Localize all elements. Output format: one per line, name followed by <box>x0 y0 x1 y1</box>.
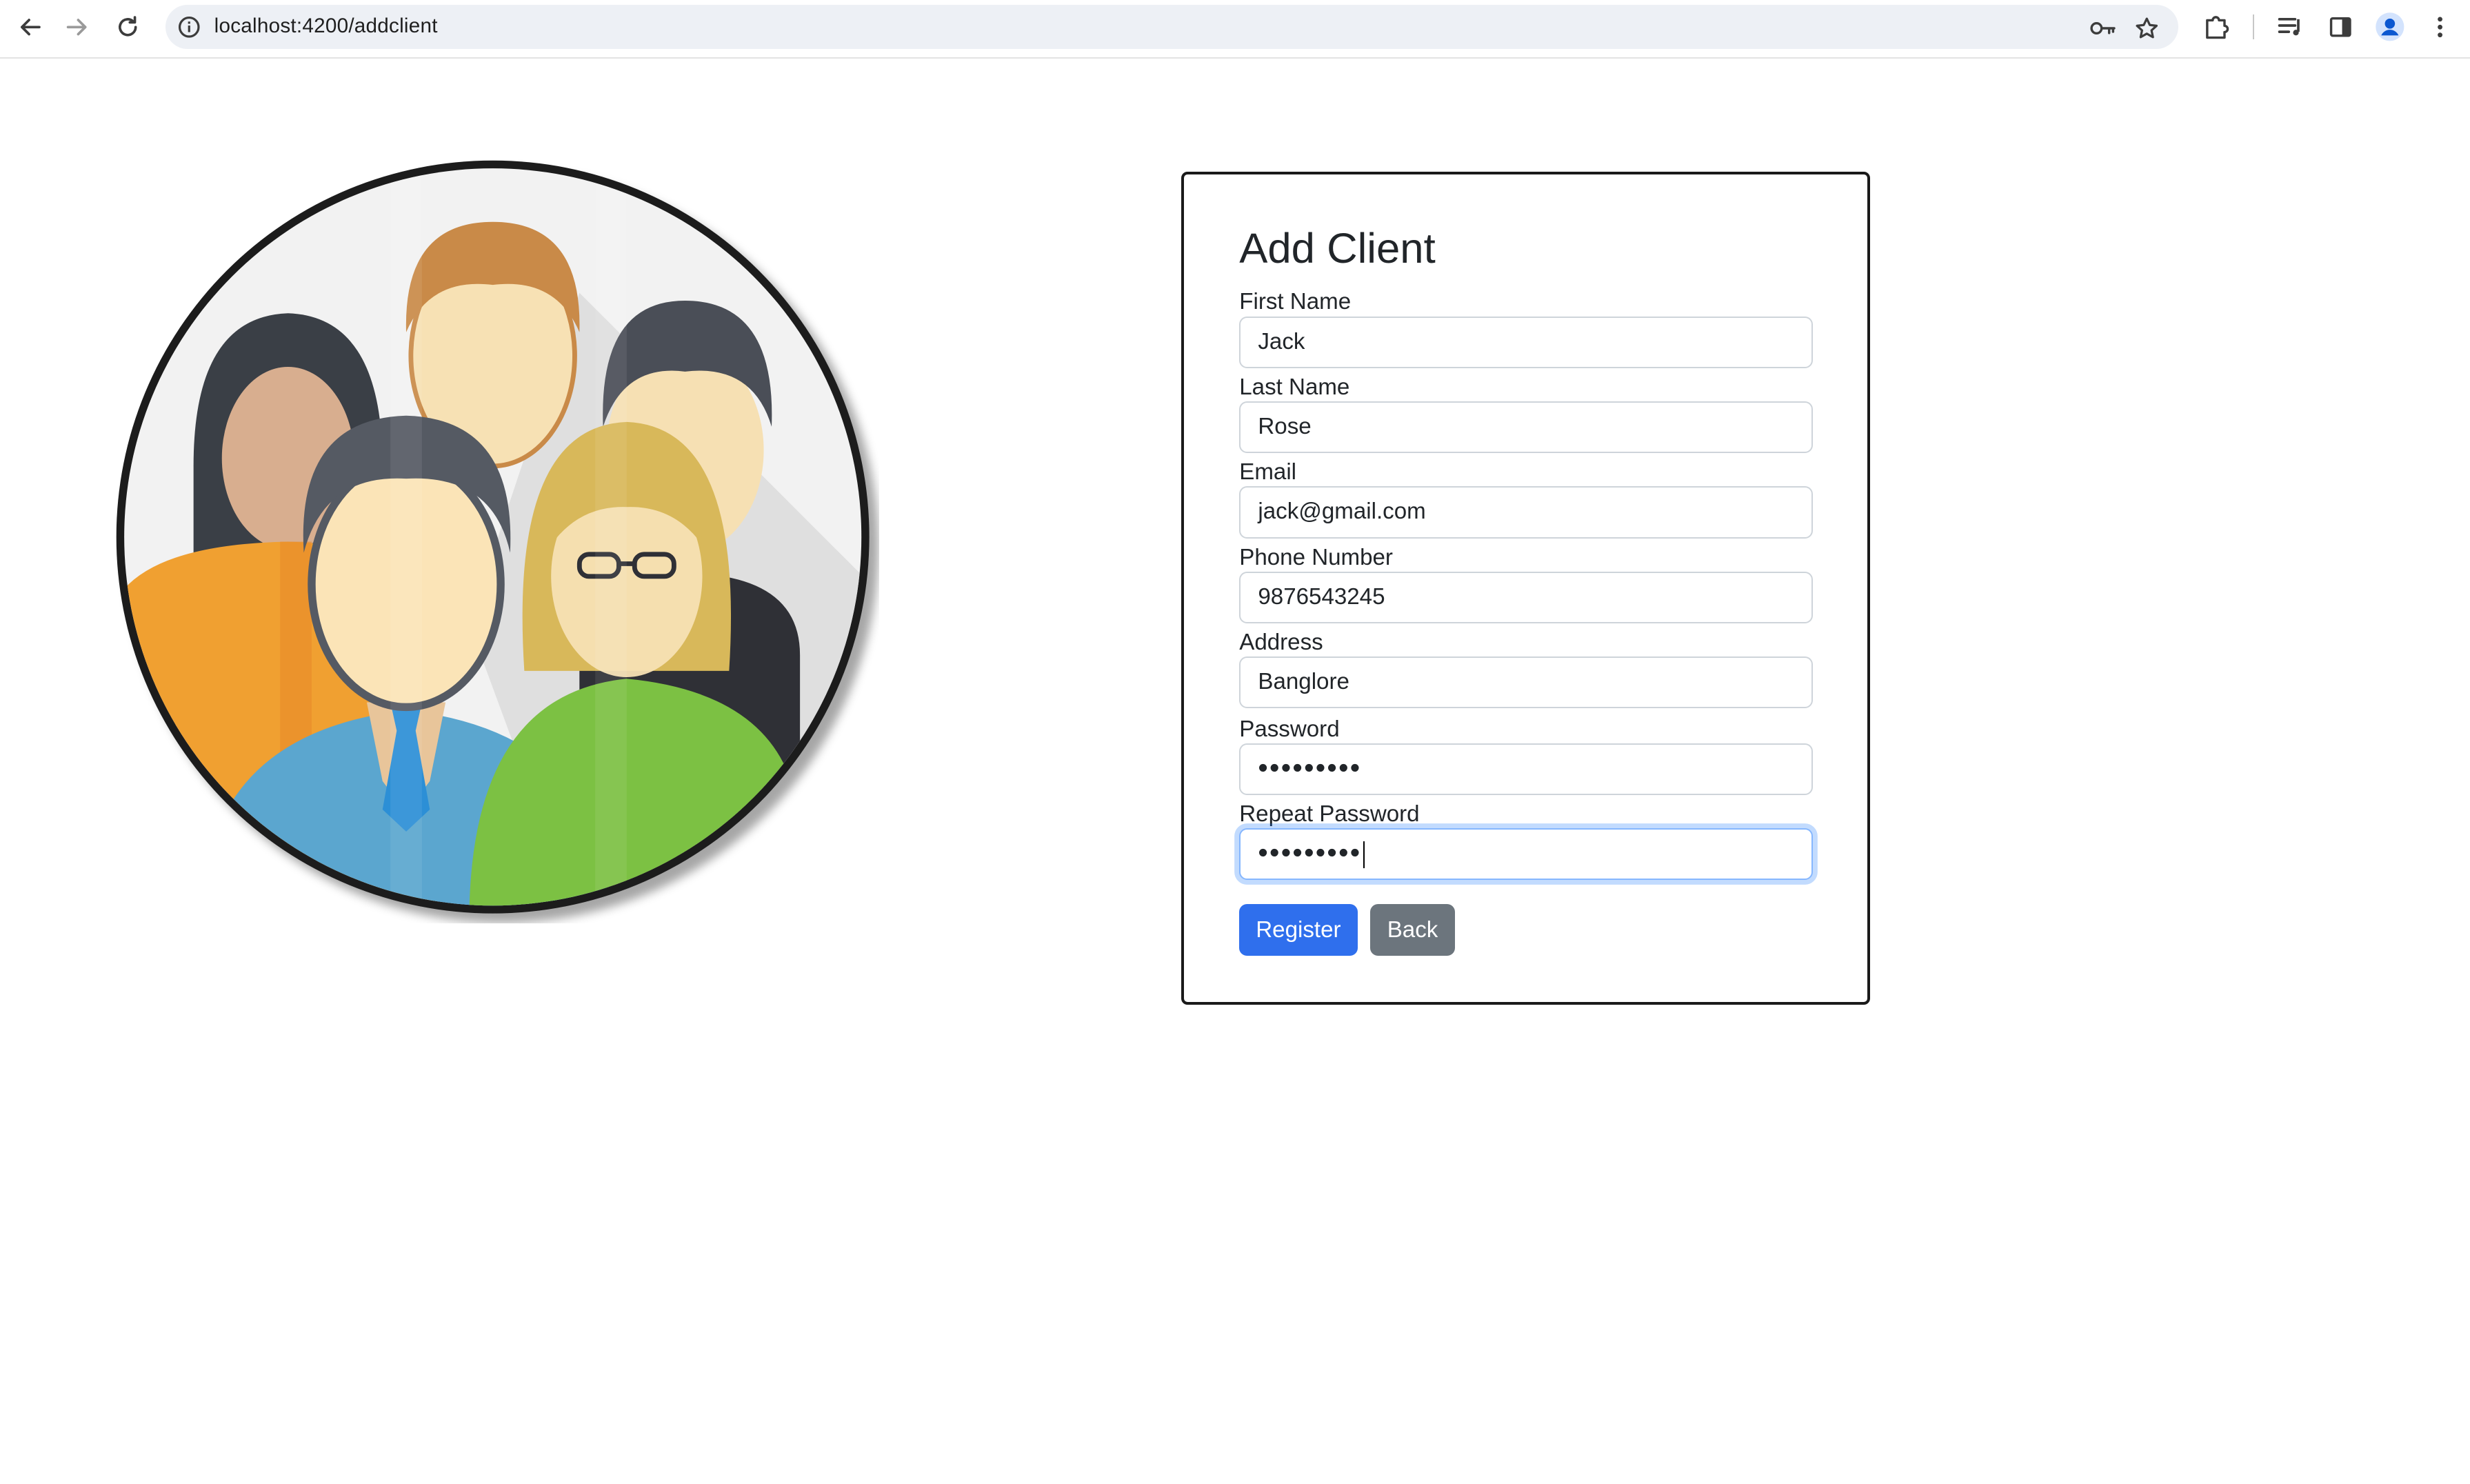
browser-toolbar: localhost:4200/addclient <box>0 0 2470 59</box>
password-input[interactable]: ••••••••• <box>1239 743 1813 796</box>
last-name-label: Last Name <box>1239 374 1350 400</box>
register-button[interactable]: Register <box>1239 903 1358 956</box>
password-label: Password <box>1239 716 1340 742</box>
last-name-input[interactable]: Rose <box>1239 401 1813 454</box>
extensions-icon[interactable] <box>2200 11 2232 43</box>
repeat-password-input[interactable]: ••••••••• <box>1239 828 1813 881</box>
back-button[interactable]: Back <box>1369 903 1456 956</box>
phone-number-input[interactable]: 9876543245 <box>1239 571 1813 624</box>
first-name-label: First Name <box>1239 289 1352 315</box>
phone-number-label: Phone Number <box>1239 544 1393 570</box>
first-name-input[interactable]: Jack <box>1239 316 1813 368</box>
text-caret <box>1363 841 1365 868</box>
page: localhost:4200/addclient Add Client Firs… <box>0 0 2470 1484</box>
site-info-icon[interactable] <box>177 14 202 40</box>
address-input[interactable]: Banglore <box>1239 656 1813 709</box>
bookmark-star-icon[interactable] <box>2133 14 2161 43</box>
password-key-icon[interactable] <box>2089 14 2117 43</box>
reload-icon[interactable] <box>110 10 145 44</box>
repeat-password-value: ••••••••• <box>1258 836 1362 868</box>
email-label: Email <box>1239 459 1297 485</box>
back-arrow-icon[interactable] <box>12 10 47 44</box>
url-text: localhost:4200/addclient <box>214 14 438 37</box>
more-menu-icon[interactable] <box>2424 11 2456 43</box>
email-input[interactable]: jack@gmail.com <box>1239 486 1813 539</box>
address-label: Address <box>1239 629 1323 655</box>
media-queue-icon[interactable] <box>2275 11 2307 43</box>
profile-avatar-icon[interactable] <box>2374 11 2406 43</box>
toolbar-divider <box>2252 14 2254 40</box>
form-title: Add Client <box>1239 224 1436 272</box>
add-client-card: Add Client First Name Jack Last Name Ros… <box>1181 171 1870 1005</box>
address-bar[interactable]: localhost:4200/addclient <box>165 4 2179 49</box>
repeat-password-label: Repeat Password <box>1239 801 1420 827</box>
clients-group-illustration <box>107 151 878 923</box>
forward-arrow-icon[interactable] <box>60 10 94 44</box>
side-panel-icon[interactable] <box>2325 11 2357 43</box>
